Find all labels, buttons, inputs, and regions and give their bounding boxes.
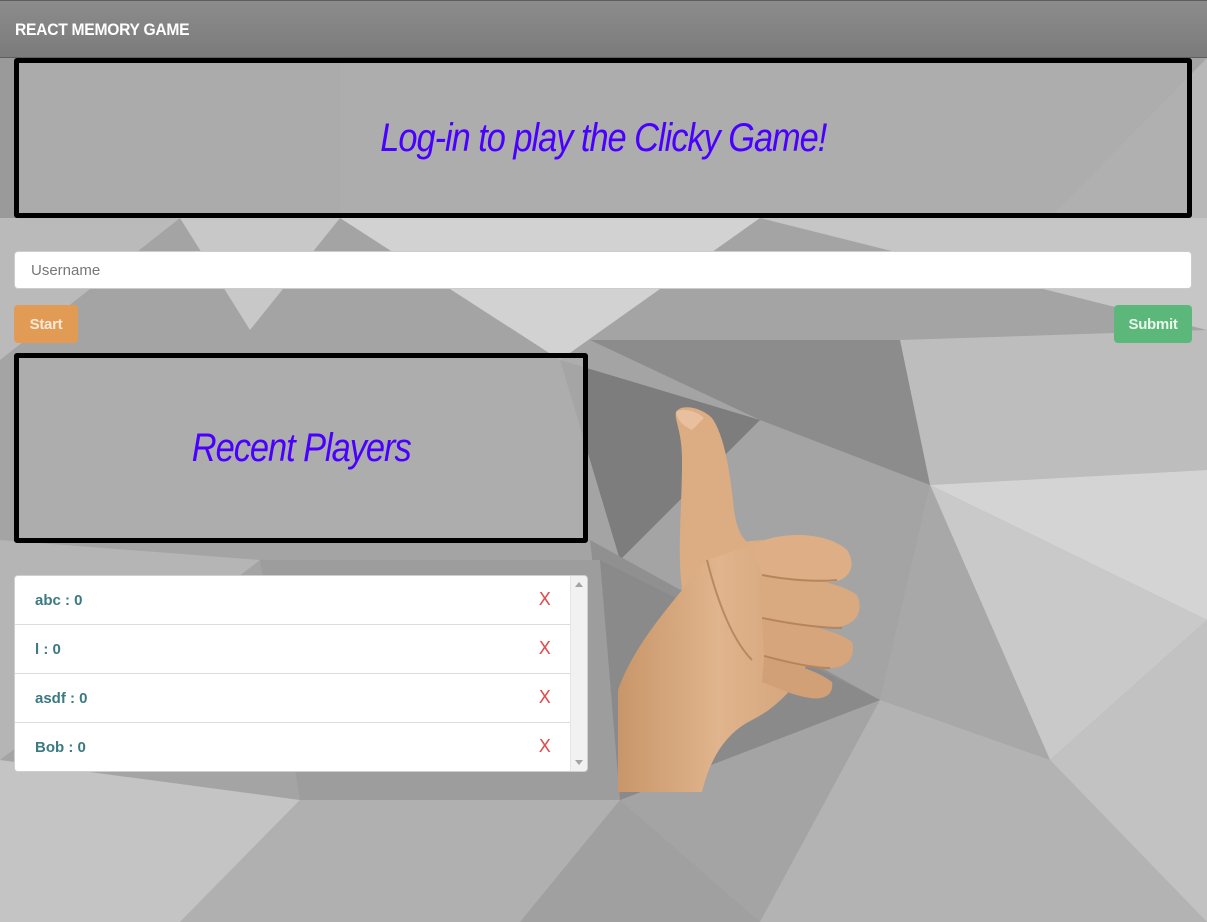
player-score: abc : 0	[35, 592, 83, 609]
thumbs-up-hand-icon	[618, 407, 860, 792]
recent-players-list: abc : 0 X l : 0 X asdf : 0 X Bob : 0 X	[14, 575, 588, 772]
login-heading: Log-in to play the Clicky Game!	[379, 115, 827, 160]
top-navbar: REACT MEMORY GAME	[0, 0, 1207, 58]
player-score: asdf : 0	[35, 690, 88, 707]
list-item: abc : 0 X	[15, 576, 571, 625]
delete-player-button[interactable]: X	[539, 736, 551, 757]
list-item: l : 0 X	[15, 625, 571, 674]
delete-player-button[interactable]: X	[539, 638, 551, 659]
recent-players-banner: Recent Players	[14, 353, 588, 543]
delete-player-button[interactable]: X	[539, 687, 551, 708]
list-item: asdf : 0 X	[15, 674, 571, 723]
scroll-down-arrow-icon[interactable]	[575, 760, 583, 765]
submit-button[interactable]: Submit	[1114, 305, 1192, 343]
delete-player-button[interactable]: X	[539, 589, 551, 610]
brand-title[interactable]: REACT MEMORY GAME	[15, 20, 190, 40]
recent-players-heading: Recent Players	[191, 425, 412, 470]
scroll-up-arrow-icon[interactable]	[575, 582, 583, 587]
login-banner: Log-in to play the Clicky Game!	[14, 58, 1192, 218]
username-input[interactable]	[14, 251, 1192, 289]
list-item: Bob : 0 X	[15, 723, 571, 771]
player-score: l : 0	[35, 641, 61, 658]
list-scrollbar[interactable]	[570, 576, 587, 771]
start-button[interactable]: Start	[14, 305, 78, 343]
player-score: Bob : 0	[35, 739, 86, 756]
